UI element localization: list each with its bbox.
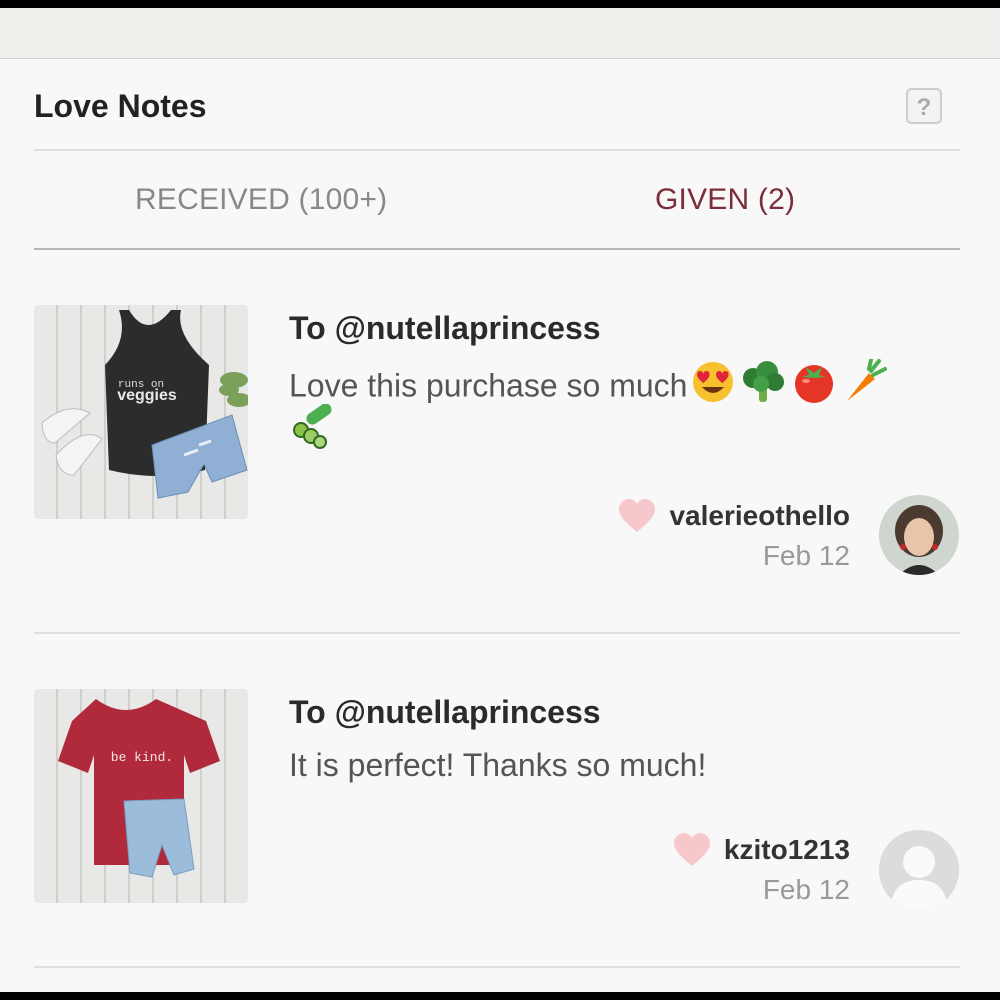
avatar[interactable] xyxy=(879,830,959,910)
product-thumbnail[interactable]: be kind. xyxy=(34,689,248,903)
tabs-underline xyxy=(34,248,960,250)
shirt-text: be kind. xyxy=(111,750,173,765)
help-button[interactable]: ? xyxy=(906,88,942,124)
note-author: kzito1213 xyxy=(672,830,850,870)
note-message-text: Love this purchase so much xyxy=(289,367,688,404)
author-username[interactable]: valerieothello xyxy=(669,500,850,532)
note-message-continuation xyxy=(289,403,959,462)
avatar[interactable] xyxy=(879,495,959,575)
note-divider xyxy=(34,632,960,634)
note-message: It is perfect! Thanks so much! xyxy=(289,747,707,783)
top-frame-bar xyxy=(0,0,1000,8)
shirt-text-line2: veggies xyxy=(117,387,177,404)
note-recipient: To @nutellaprincess xyxy=(289,310,601,346)
tab-received-count: (100+) xyxy=(298,183,388,216)
cucumber-emoji-icon xyxy=(289,403,337,462)
tab-received[interactable]: RECEIVED (100+) xyxy=(135,183,387,217)
note-date: Feb 12 xyxy=(762,874,850,905)
bottom-frame-bar xyxy=(0,992,1000,1000)
top-header-band xyxy=(0,8,1000,59)
note-date: Feb 12 xyxy=(762,540,850,571)
author-username[interactable]: kzito1213 xyxy=(724,834,850,866)
product-thumbnail[interactable]: runs on veggies xyxy=(34,305,248,519)
tank-top-product-image: runs on veggies xyxy=(41,310,248,499)
note-author: valerieothello xyxy=(617,496,850,536)
heart-icon[interactable] xyxy=(617,498,657,534)
heart-icon[interactable] xyxy=(672,832,712,868)
note-divider xyxy=(34,966,960,968)
panel-title: Love Notes xyxy=(34,88,207,124)
header-divider xyxy=(34,149,960,151)
note-recipient: To @nutellaprincess xyxy=(289,694,601,730)
tshirt-product-image: be kind. xyxy=(58,699,220,878)
tab-given[interactable]: GIVEN (2) xyxy=(655,183,795,217)
default-user-icon xyxy=(879,830,959,910)
tab-received-label: RECEIVED xyxy=(135,183,290,216)
user-photo-avatar xyxy=(879,495,959,575)
